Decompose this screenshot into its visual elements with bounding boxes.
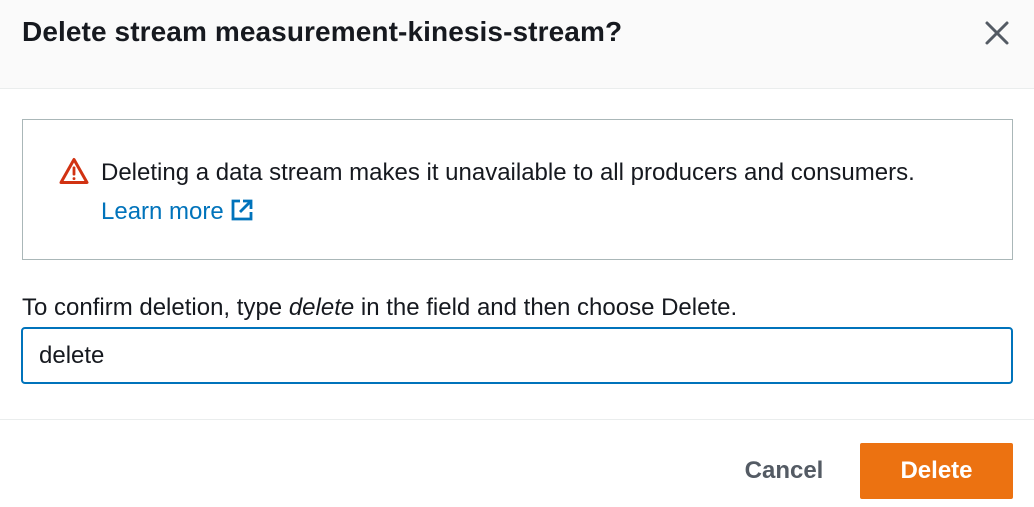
- close-icon: [985, 21, 1009, 45]
- dialog-title: Delete stream measurement-kinesis-stream…: [22, 16, 623, 47]
- cancel-button[interactable]: Cancel: [732, 443, 836, 499]
- confirm-label-before: To confirm deletion, type: [22, 294, 289, 321]
- warning-alert: Deleting a data stream makes it unavaila…: [22, 119, 1013, 260]
- footer-divider: [0, 419, 1034, 420]
- delete-stream-dialog: Delete stream measurement-kinesis-stream…: [0, 0, 1034, 507]
- confirm-instructions: To confirm deletion, type delete in the …: [22, 292, 737, 324]
- alert-message: Deleting a data stream makes it unavaila…: [101, 153, 961, 231]
- delete-button[interactable]: Delete: [860, 443, 1013, 499]
- close-button[interactable]: [981, 17, 1013, 49]
- learn-more-link[interactable]: Learn more: [101, 198, 254, 225]
- warning-triangle-icon: [59, 158, 89, 184]
- alert-message-text: Deleting a data stream makes it unavaila…: [101, 159, 915, 186]
- confirm-delete-input[interactable]: [21, 327, 1013, 384]
- confirm-keyword: delete: [288, 294, 355, 321]
- external-link-icon: [231, 199, 253, 221]
- confirm-label-after: in the field and then choose Delete.: [354, 294, 738, 321]
- dialog-header: Delete stream measurement-kinesis-stream…: [0, 0, 1034, 89]
- learn-more-label: Learn more: [101, 198, 224, 225]
